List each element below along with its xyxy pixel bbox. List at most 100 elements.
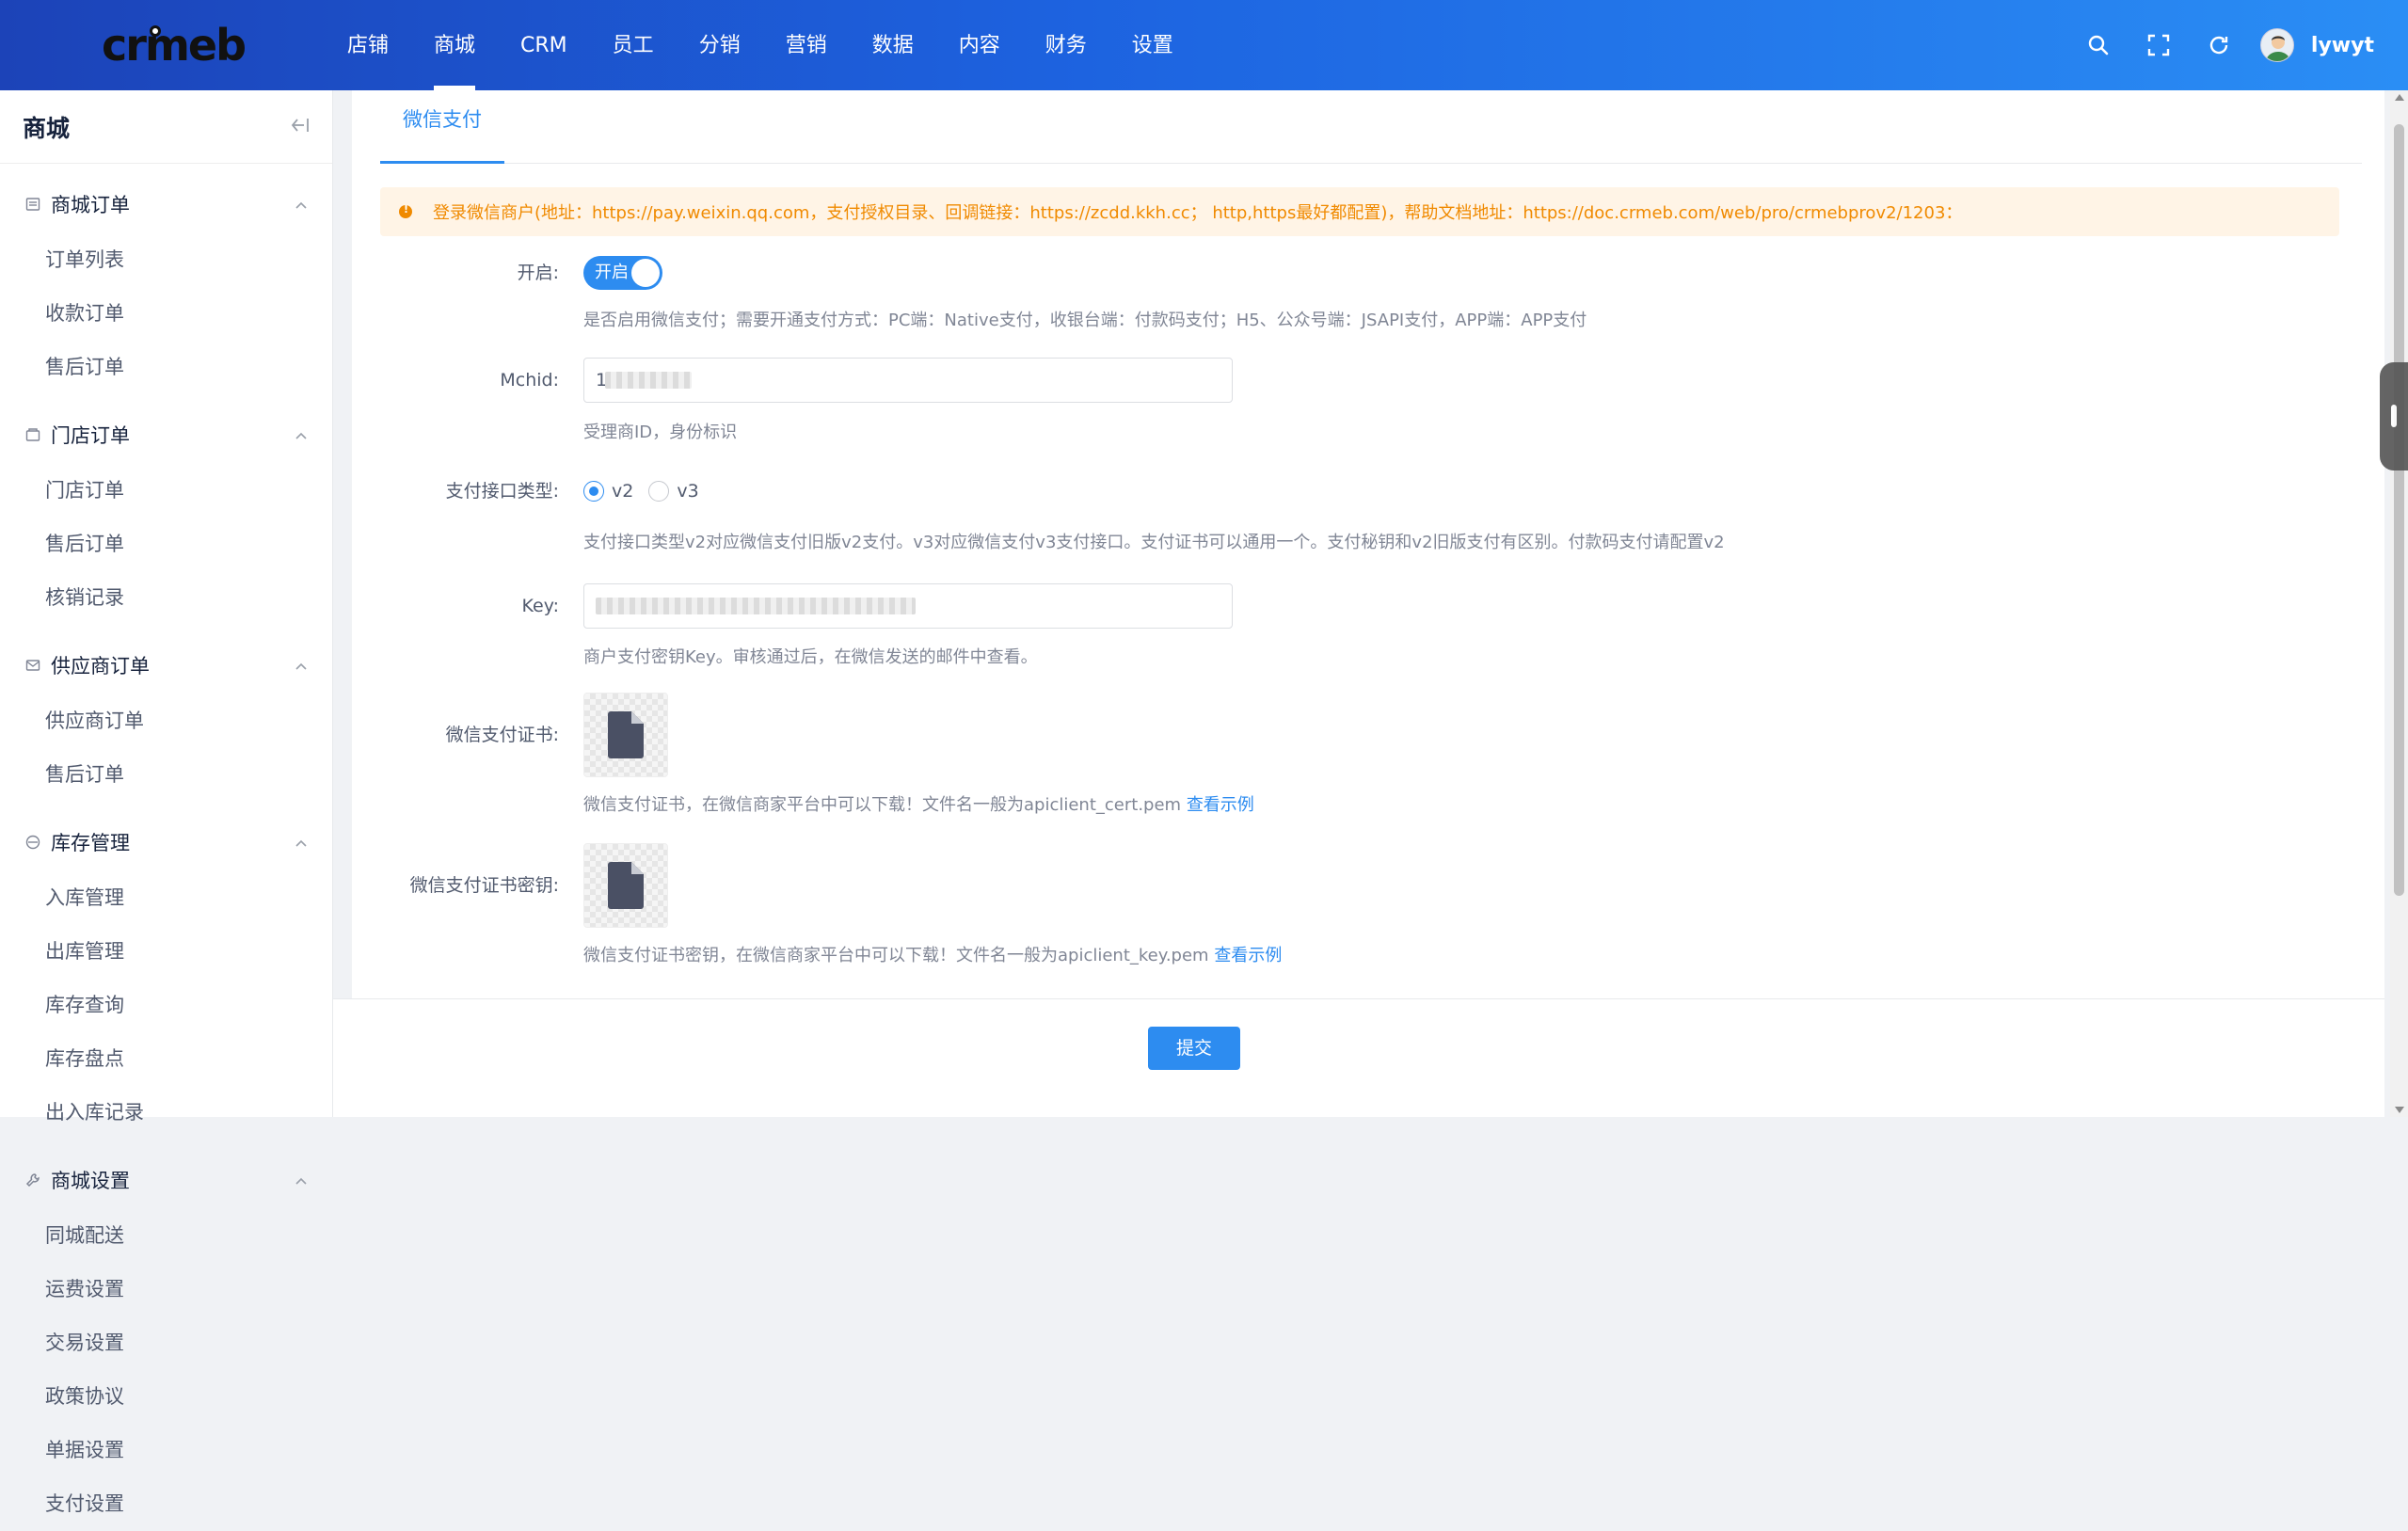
inventory-icon [24, 834, 41, 851]
form-row-key: Key: 商户支付密钥Key。审核通过后，在微信发送的邮件中查看。 [380, 583, 2356, 674]
sidebar-item[interactable]: 同城配送 [45, 1209, 198, 1263]
sidebar-item[interactable]: 出库管理 [45, 925, 198, 979]
sidebar-group-label: 商城订单 [51, 194, 130, 216]
key-label: Key: [521, 596, 559, 616]
top-nav: 店铺 商城 CRM 员工 分销 营销 数据 内容 财务 设置 [325, 0, 1196, 90]
file-icon [608, 711, 644, 758]
enable-switch-wrap: 开启 [583, 256, 662, 290]
sidebar-group-label: 供应商订单 [51, 655, 150, 678]
sidebar-group: 商城订单订单列表 收款订单 售后订单 [0, 175, 332, 394]
order-icon [24, 196, 41, 213]
search-icon [2088, 35, 2109, 56]
api-type-help: 支付接口类型v2对应微信支付旧版v2支付。v3对应微信支付v3支付接口。支付证书… [583, 533, 1725, 552]
cert-key-upload[interactable] [583, 843, 668, 928]
cert-key-example-link[interactable]: 查看示例 [1214, 946, 1282, 965]
scroll-down-arrow-icon[interactable] [2395, 1107, 2404, 1113]
sidebar-item[interactable]: 库存盘点 [45, 1032, 198, 1086]
submit-button[interactable]: 提交 [1148, 1027, 1240, 1070]
cert-help-text: 微信支付证书，在微信商家平台中可以下载！文件名一般为apiclient_cert… [583, 795, 1182, 815]
sidebar-group-label: 商城设置 [51, 1170, 130, 1192]
user-avatar-icon [2265, 36, 2291, 61]
sidebar-group-items: 门店订单 售后订单 核销记录 [0, 464, 332, 625]
api-type-radio-v2[interactable] [583, 481, 604, 502]
search-button[interactable] [2068, 0, 2129, 90]
cert-key-help-text: 微信支付证书密钥，在微信商家平台中可以下载！文件名一般为apiclient_ke… [583, 946, 1209, 965]
sidebar-item[interactable]: 支付设置 [45, 1477, 198, 1531]
sidebar-group-title: 商城订单 [24, 190, 130, 218]
alert-text: 登录微信商户(地址：https://pay.weixin.qq.com，支付授权… [433, 203, 1963, 223]
top-nav-item[interactable]: 员工 [590, 0, 677, 90]
sidebar-item[interactable]: 订单列表 [45, 233, 198, 287]
file-icon [608, 862, 644, 909]
key-input[interactable] [583, 583, 1233, 629]
sidebar-group-header[interactable]: 商城订单 [0, 175, 332, 233]
fullscreen-button[interactable] [2129, 0, 2189, 90]
side-drawer-handle[interactable] [2380, 362, 2408, 470]
top-nav-item[interactable]: 财务 [1023, 0, 1109, 90]
tab-bar: 微信支付 [380, 90, 2362, 164]
sidebar-group-header[interactable]: 商城设置 [0, 1151, 332, 1209]
avatar[interactable] [2259, 28, 2294, 62]
cert-key-label: 微信支付证书密钥: [409, 875, 559, 896]
sidebar-item[interactable]: 交易设置 [45, 1316, 198, 1370]
sidebar-group-header[interactable]: 库存管理 [0, 813, 332, 871]
form-row-enable: 开启: 开启 是否启用微信支付；需要开通支付方式：PC端：Native支付，收银… [380, 254, 2356, 339]
sidebar-group-header[interactable]: 供应商订单 [0, 636, 332, 694]
sidebar-item[interactable]: 核销记录 [45, 571, 198, 625]
sidebar-item[interactable]: 售后订单 [45, 341, 198, 394]
top-nav-item[interactable]: 分销 [677, 0, 763, 90]
sidebar-item[interactable]: 入库管理 [45, 871, 198, 925]
sidebar-header: 商城 [0, 90, 332, 164]
cert-upload[interactable] [583, 693, 668, 777]
top-nav-item[interactable]: 设置 [1109, 0, 1196, 90]
scroll-thumb[interactable] [2394, 124, 2404, 896]
top-nav-item[interactable]: 商城 [411, 0, 498, 90]
cert-key-upload-wrap [583, 843, 668, 928]
fullscreen-icon [2147, 34, 2170, 56]
api-type-radio-v3[interactable] [648, 481, 670, 502]
collapse-sidebar-button[interactable] [289, 116, 310, 138]
top-nav-item[interactable]: 内容 [936, 0, 1023, 90]
sidebar-item[interactable]: 库存查询 [45, 979, 198, 1032]
crmeb-logo[interactable]: crmeb [102, 21, 247, 70]
sidebar-item[interactable]: 售后订单 [45, 518, 198, 571]
api-type-radio-label[interactable]: v3 [677, 481, 698, 502]
sidebar-group: 库存管理入库管理 出库管理 库存查询 库存盘点 出入库记录 [0, 813, 332, 1140]
scroll-up-arrow-icon[interactable] [2395, 94, 2404, 101]
top-nav-item[interactable]: 店铺 [325, 0, 411, 90]
sidebar-item[interactable]: 门店订单 [45, 464, 198, 518]
cert-upload-wrap [583, 693, 668, 777]
sidebar-group-label: 库存管理 [51, 832, 130, 854]
enable-switch[interactable]: 开启 [583, 256, 662, 290]
page-scrollbar[interactable] [2390, 90, 2408, 1117]
cert-example-link[interactable]: 查看示例 [1187, 795, 1254, 815]
api-type-radio-label[interactable]: v2 [612, 481, 633, 502]
info-alert: 登录微信商户(地址：https://pay.weixin.qq.com，支付授权… [380, 187, 2339, 236]
refresh-button[interactable] [2189, 0, 2249, 90]
supplier-icon [24, 657, 41, 674]
sidebar-group-label: 门店订单 [51, 424, 130, 447]
top-nav-item[interactable]: 数据 [850, 0, 936, 90]
switch-knob [631, 259, 660, 287]
tab-wechat-pay[interactable]: 微信支付 [380, 90, 504, 164]
sidebar-item[interactable]: 运费设置 [45, 1263, 198, 1316]
enable-help: 是否启用微信支付；需要开通支付方式：PC端：Native支付，收银台端：付款码支… [583, 311, 1587, 330]
top-nav-item[interactable]: CRM [498, 0, 590, 90]
sidebar-group-header[interactable]: 门店订单 [0, 406, 332, 464]
top-nav-item[interactable]: 营销 [763, 0, 850, 90]
sidebar-item[interactable]: 政策协议 [45, 1370, 198, 1424]
username[interactable]: lywyt [2311, 34, 2374, 57]
sidebar-item[interactable]: 供应商订单 [45, 694, 198, 748]
sidebar-item[interactable]: 售后订单 [45, 748, 198, 802]
sidebar-group: 供应商订单 供应商订单 售后订单 [0, 636, 332, 802]
mchid-label: Mchid: [500, 370, 559, 391]
refresh-icon [2209, 36, 2228, 55]
main-content: 微信支付 登录微信商户(地址：https://pay.weixin.qq.com… [352, 90, 2384, 998]
logo-text: crmeb [102, 20, 247, 71]
sidebar-item[interactable]: 单据设置 [45, 1424, 198, 1477]
mchid-input[interactable]: 1 [583, 358, 1233, 403]
form-row-mchid: Mchid: 1 受理商ID，身份标识 [380, 358, 2356, 448]
cert-key-help: 微信支付证书密钥，在微信商家平台中可以下载！文件名一般为apiclient_ke… [583, 942, 1282, 966]
sidebar-item[interactable]: 收款订单 [45, 287, 198, 341]
sidebar-item[interactable]: 出入库记录 [45, 1086, 198, 1140]
